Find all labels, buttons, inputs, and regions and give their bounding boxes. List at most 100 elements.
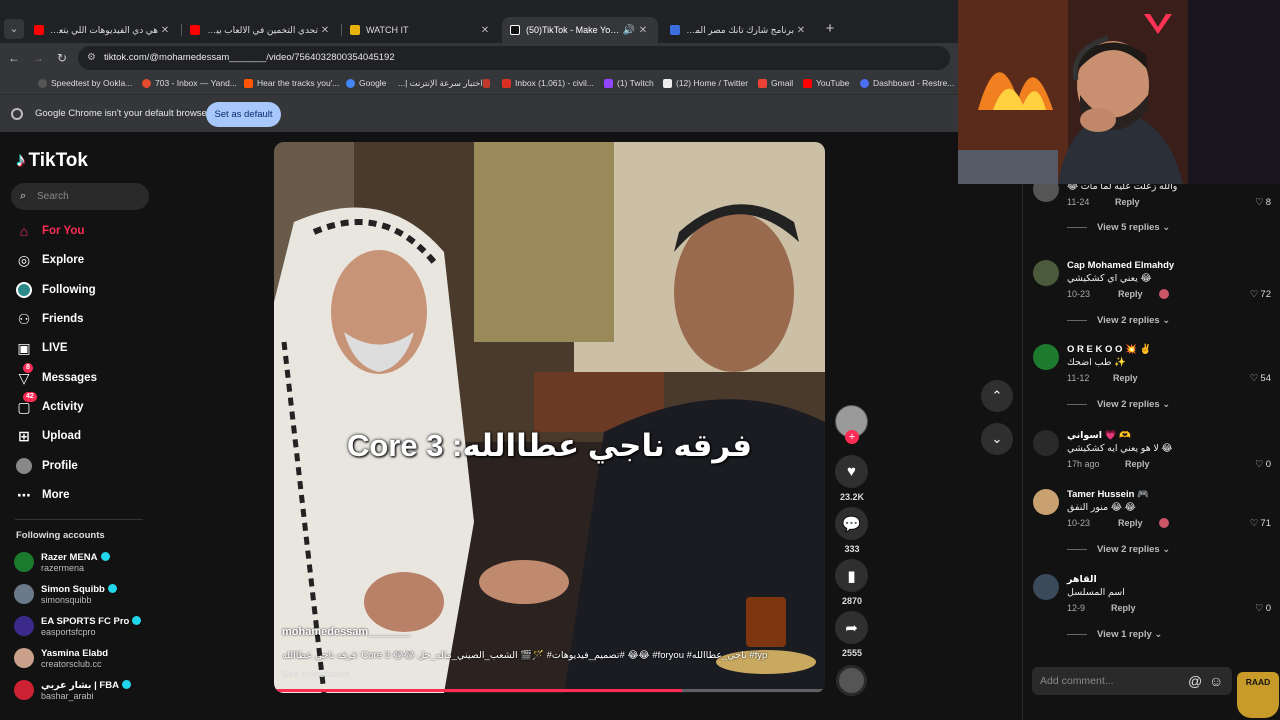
close-icon[interactable]: ✕ <box>158 25 172 36</box>
following-account[interactable]: EA SPORTS FC Pro easportsfcpro <box>14 612 142 640</box>
see-translation-link[interactable]: See translation <box>282 669 350 680</box>
tiktok-logo[interactable]: ♪ TikTok <box>16 150 88 172</box>
view-replies-button[interactable]: View 2 replies ⌄ <box>1067 399 1170 410</box>
browser-tab-active[interactable]: (50)TikTok - Make Your Day 🔊 ✕ <box>502 17 658 43</box>
bookmark-item[interactable]: Google <box>346 76 386 90</box>
account-name: Razer MENA <box>41 551 98 563</box>
close-icon[interactable]: ✕ <box>794 25 808 36</box>
comment-avatar[interactable] <box>1033 344 1059 370</box>
comment-avatar[interactable] <box>1033 574 1059 600</box>
comment-like-button[interactable]: ♡ 0 <box>1255 603 1271 614</box>
comment-author[interactable]: Tamer Hussein 🎮 <box>1067 489 1149 500</box>
bookmark-item[interactable]: Gmail <box>758 76 793 90</box>
comment-avatar[interactable] <box>1033 260 1059 286</box>
bookmark-item[interactable]: 703 - Inbox — Yand... <box>142 76 237 90</box>
close-icon[interactable]: ✕ <box>636 25 650 36</box>
nav-activity[interactable]: ▢ 42 Activity <box>15 392 84 417</box>
bookmark-label: 703 - Inbox — Yand... <box>155 78 237 88</box>
previous-video-button[interactable]: ⌃ <box>981 380 1013 412</box>
nav-more[interactable]: ⋯ More <box>15 485 69 505</box>
following-account[interactable]: Yasmina Elabd creatorsclub.cc <box>14 644 108 672</box>
new-tab-button[interactable]: + <box>822 21 838 37</box>
nav-messages[interactable]: ▽ 8 Messages <box>15 363 97 388</box>
nav-friends[interactable]: ⚇ Friends <box>15 309 84 329</box>
reply-button[interactable]: Reply <box>1118 518 1143 528</box>
youtube-icon <box>190 25 200 35</box>
follow-plus-icon[interactable]: + <box>845 430 859 444</box>
raad-logo-text: RAAD <box>1245 677 1271 687</box>
nav-for-you[interactable]: ⌂ For You <box>15 221 85 241</box>
share-button[interactable]: ➦ <box>835 611 868 644</box>
friends-icon: ⚇ <box>17 310 31 327</box>
set-default-button[interactable]: Set as default <box>206 102 281 127</box>
bookmark-item[interactable]: اختبار سرعة الإنترنت |... <box>398 76 494 90</box>
comment-like-button[interactable]: ♡ 8 <box>1255 197 1271 208</box>
bookmark-item[interactable]: Speedtest by Ookla... <box>38 76 132 90</box>
view-replies-button[interactable]: View 2 replies ⌄ <box>1067 544 1170 555</box>
nav-label: For You <box>42 225 85 237</box>
reload-icon[interactable]: ↻ <box>54 50 70 66</box>
video-progress-bar[interactable] <box>274 689 825 692</box>
bookmark-item[interactable]: (1) Twitch <box>604 76 654 90</box>
nav-profile[interactable]: Profile <box>15 456 78 476</box>
view-replies-label: View 2 replies <box>1097 544 1160 555</box>
view-replies-button[interactable]: View 1 reply ⌄ <box>1067 629 1162 640</box>
search-input[interactable]: ⌕ Search <box>11 183 149 210</box>
reply-button[interactable]: Reply <box>1113 373 1138 383</box>
speaker-icon[interactable]: 🔊 <box>622 25 636 36</box>
nav-upload[interactable]: ⊞ Upload <box>15 426 81 446</box>
following-account[interactable]: بشار عربي | FBA bashar_arabi <box>14 676 131 704</box>
comment-author[interactable]: O R E K O O 💥 ✌️ <box>1067 344 1151 355</box>
site-info-icon[interactable]: ⚙ <box>87 46 96 70</box>
reply-button[interactable]: Reply <box>1111 603 1136 613</box>
video-username[interactable]: mohamedessam_______ <box>282 626 411 638</box>
emoji-icon[interactable]: ☺ <box>1209 673 1223 689</box>
view-replies-button[interactable]: View 2 replies ⌄ <box>1067 315 1170 326</box>
comment-author[interactable]: اسواني 💗 🫶 <box>1067 430 1131 441</box>
next-video-button[interactable]: ⌄ <box>981 423 1013 455</box>
mention-icon[interactable]: @ <box>1188 673 1202 689</box>
like-button[interactable]: ♥ <box>835 455 868 488</box>
comment-avatar[interactable] <box>1033 489 1059 515</box>
bookmark-item[interactable]: Hear the tracks you'... <box>244 76 339 90</box>
nav-explore[interactable]: ◎ Explore <box>15 250 84 270</box>
browser-tab[interactable]: برنامج شارك تانك مصر الموسم ال... ✕ <box>662 17 816 43</box>
comment-like-button[interactable]: ♡ 72 <box>1250 289 1271 300</box>
close-icon[interactable]: ✕ <box>318 25 332 36</box>
comment-text: طب اضحك ✨ <box>1067 357 1126 368</box>
google-icon <box>346 78 355 88</box>
comment-avatar[interactable] <box>1033 430 1059 456</box>
bookmark-item[interactable]: Inbox (1,061) - civil... <box>502 76 594 90</box>
view-replies-button[interactable]: View 5 replies ⌄ <box>1067 222 1170 233</box>
following-account[interactable]: Razer MENA razermena <box>14 548 110 576</box>
tab-search-button[interactable]: ⌄ <box>4 19 24 39</box>
save-button[interactable]: ▮ <box>835 559 868 592</box>
browser-tab[interactable]: WATCH IT ✕ <box>342 17 500 43</box>
forward-arrow-icon[interactable]: → <box>30 50 46 66</box>
following-account[interactable]: Simon Squibb simonsquibb <box>14 580 117 608</box>
bookmark-item[interactable]: Dashboard - Restre... <box>860 76 954 90</box>
tab-title: برنامج شارك تانك مصر الموسم ال... <box>686 24 794 35</box>
nav-live[interactable]: ▣ LIVE <box>15 338 67 358</box>
browser-tab[interactable]: هي دي الفيديوهات اللي بتعسلل... ✕ <box>26 17 180 43</box>
reply-button[interactable]: Reply <box>1115 197 1140 207</box>
reply-button[interactable]: Reply <box>1118 289 1143 299</box>
comment-button[interactable]: 💬 <box>835 507 868 540</box>
comment-author[interactable]: Cap Mohamed Elmahdy <box>1067 260 1174 271</box>
comment-author[interactable]: القاهر <box>1067 574 1097 585</box>
video-player[interactable]: فرقه ناجي عطاالله: Core 3 mohamedessam__… <box>274 142 825 693</box>
music-disc-icon[interactable] <box>836 665 867 696</box>
bookmark-item[interactable]: (12) Home / Twitter <box>663 76 748 90</box>
bookmarks-bar: Speedtest by Ookla... 703 - Inbox — Yand… <box>0 72 958 94</box>
reply-button[interactable]: Reply <box>1125 459 1150 469</box>
back-arrow-icon[interactable]: ← <box>6 50 22 66</box>
nav-following[interactable]: Following <box>15 280 96 300</box>
comment-like-button[interactable]: ♡ 0 <box>1255 459 1271 470</box>
bookmark-item[interactable]: YouTube <box>803 76 849 90</box>
close-icon[interactable]: ✕ <box>478 25 492 36</box>
view-replies-label: View 1 reply <box>1097 629 1152 640</box>
comment-like-button[interactable]: ♡ 54 <box>1250 373 1271 384</box>
address-bar[interactable]: ⚙ tiktok.com/@mohamedessam_______/video/… <box>78 46 950 70</box>
comment-like-button[interactable]: ♡ 71 <box>1250 518 1271 529</box>
browser-tab[interactable]: تحدي التخمين في الالعاب بين صـ... ✕ <box>182 17 340 43</box>
